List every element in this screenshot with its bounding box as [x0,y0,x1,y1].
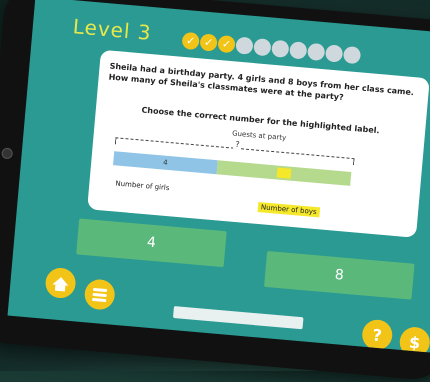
progress-dot-2: ✓ [199,33,218,52]
progress-dot-9 [324,44,344,63]
check-icon: ✓ [185,34,196,48]
question-text: Sheila had a birthday party. 4 girls and… [108,61,415,102]
question-card: Sheila had a birthday party. 4 girls and… [87,49,430,238]
list-icon [92,287,108,302]
app-screen: Level 3 ✓ ✓ ✓ Sheila had a birthday part… [7,0,430,354]
level-title: Level 3 [71,14,153,45]
answer-button-1[interactable]: 4 [76,218,227,268]
progress-dot-8 [306,42,326,62]
progress-dot-3: ✓ [217,34,236,54]
coin-button[interactable]: $ [398,325,430,354]
answer-input-bar[interactable] [172,306,304,330]
boys-label-highlighted: Number of boys [257,201,320,218]
progress-dot-4 [235,36,254,55]
background-scene: Level 3 ✓ ✓ ✓ Sheila had a birthday part… [0,0,430,382]
camera-dot [1,147,14,160]
progress-dot-6 [271,39,290,59]
tablet-device: Level 3 ✓ ✓ ✓ Sheila had a birthday part… [0,0,430,382]
check-icon: ✓ [203,35,214,50]
home-icon [52,276,70,286]
home-button[interactable] [44,266,77,300]
girls-value: 4 [162,158,169,167]
progress-dot-10 [342,45,362,65]
girls-label: Number of girls [115,179,170,193]
answer-button-2[interactable]: 8 [264,250,415,300]
progress-dot-7 [289,41,308,60]
menu-button[interactable] [83,278,116,311]
boys-segment [216,160,352,186]
progress-dot-1: ✓ [181,31,200,51]
total-label: ? [232,139,242,150]
highlight-marker [276,167,292,179]
help-button[interactable]: ? [361,318,394,352]
check-icon: ✓ [221,37,232,51]
progress-dot-5 [253,38,272,57]
girls-segment: 4 [113,151,218,175]
